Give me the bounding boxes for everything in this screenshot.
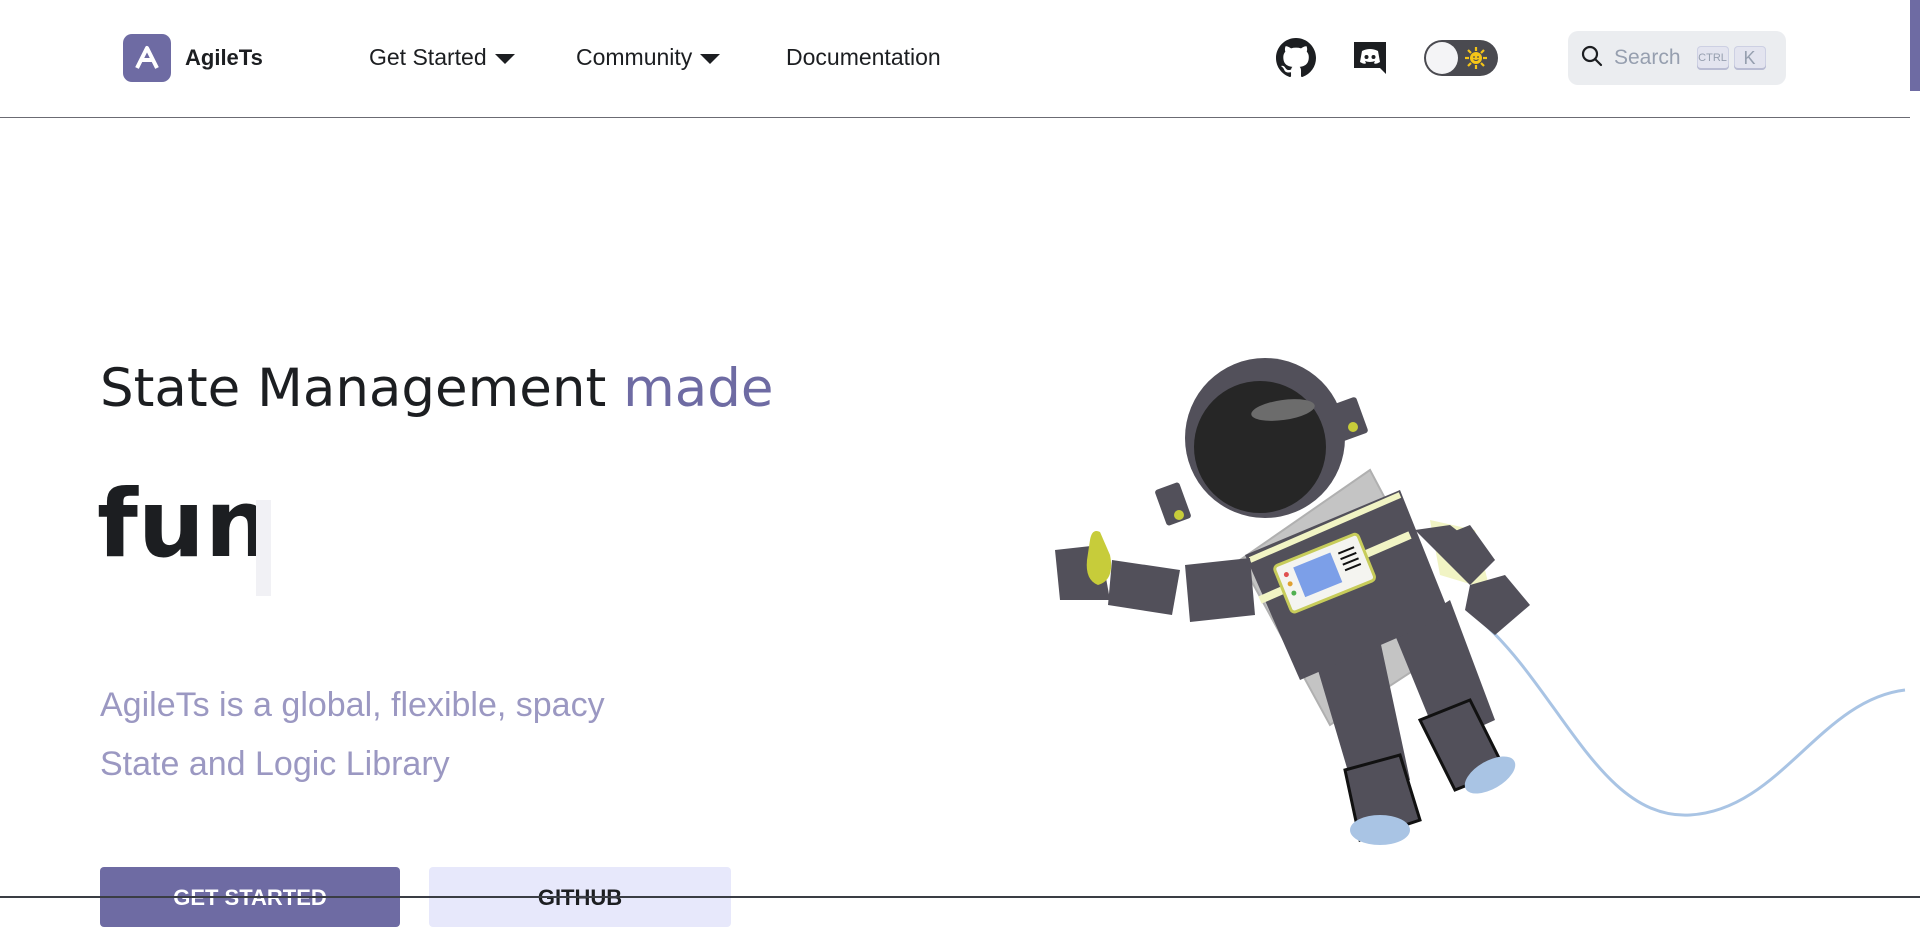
nav-get-started[interactable]: Get Started bbox=[369, 44, 515, 71]
nav-documentation-label: Documentation bbox=[786, 44, 941, 70]
search-icon bbox=[1580, 44, 1604, 72]
scrollbar-thumb[interactable] bbox=[1910, 0, 1920, 91]
brand-link[interactable]: AgileTs bbox=[123, 34, 263, 82]
glove-right bbox=[1465, 575, 1530, 635]
arm-upper-left bbox=[1185, 558, 1255, 622]
helmet-light-right bbox=[1348, 422, 1358, 432]
helmet-light-left bbox=[1174, 510, 1184, 520]
github-icon[interactable] bbox=[1276, 38, 1316, 78]
nav-community-label: Community bbox=[576, 44, 693, 70]
thumb-up bbox=[1086, 531, 1112, 585]
chevron-down-icon bbox=[700, 54, 721, 64]
kbd-ctrl: CTRL bbox=[1696, 46, 1729, 70]
navbar: AgileTs Get Started Community Documentat… bbox=[0, 0, 1910, 118]
helmet-ear-left bbox=[1155, 482, 1191, 526]
hero-description: AgileTs is a global, flexible, spacy Sta… bbox=[100, 686, 605, 783]
typing-cursor bbox=[256, 500, 271, 596]
hero-title-prefix: State Management bbox=[100, 358, 607, 419]
nav-get-started-label: Get Started bbox=[369, 44, 487, 70]
toggle-knob bbox=[1426, 42, 1458, 74]
arm-lower-left bbox=[1108, 560, 1180, 615]
search-label: Search bbox=[1614, 46, 1681, 69]
discord-icon[interactable] bbox=[1350, 38, 1390, 78]
sun-icon bbox=[1464, 46, 1488, 74]
astronaut-illustration bbox=[1055, 358, 1906, 845]
chevron-down-icon bbox=[494, 54, 515, 64]
brand-name: AgileTs bbox=[185, 45, 263, 70]
hero-title: State Management made bbox=[100, 358, 774, 419]
kbd-k: K bbox=[1733, 46, 1766, 70]
nav-community[interactable]: Community bbox=[576, 44, 721, 71]
tether-cable bbox=[1479, 618, 1906, 817]
agilets-logo-icon bbox=[123, 34, 171, 82]
nav-documentation[interactable]: Documentation bbox=[786, 44, 941, 71]
search-button[interactable]: Search CTRL K bbox=[1568, 31, 1786, 85]
shoe-left bbox=[1350, 815, 1410, 845]
hero-title-accent: made bbox=[623, 358, 774, 419]
hero-animated-word: fun bbox=[97, 470, 272, 579]
theme-toggle[interactable] bbox=[1424, 40, 1498, 76]
